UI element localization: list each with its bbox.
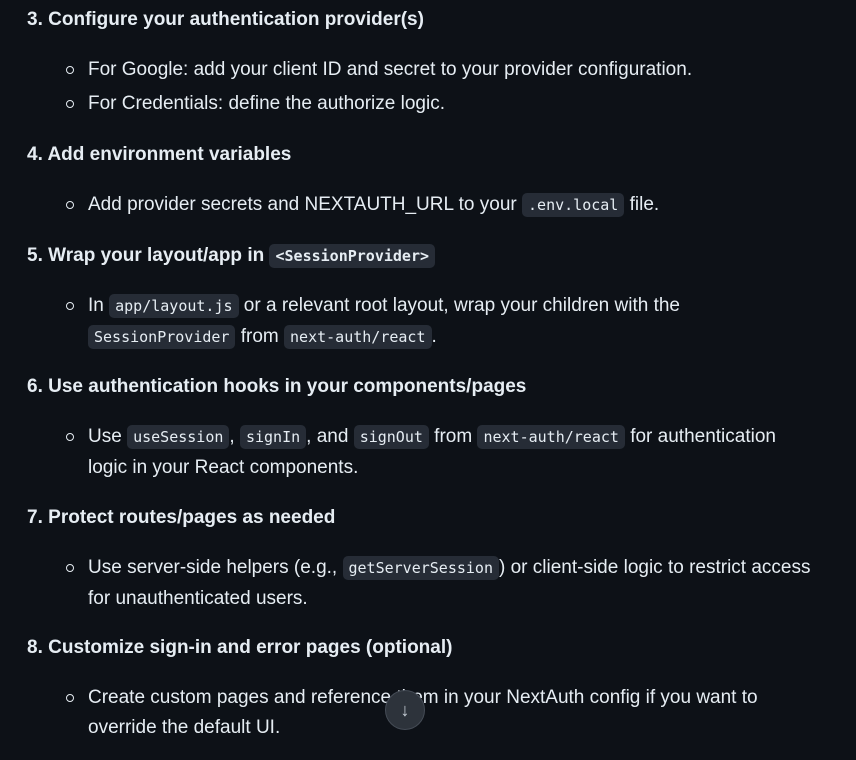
inline-code: .env.local bbox=[522, 193, 625, 217]
step-6-bullet-1-line-1: Use useSession, signIn, and signOut from… bbox=[88, 425, 776, 449]
inline-code: next-auth/react bbox=[477, 425, 625, 449]
step-8-title: 8. Customize sign-in and error pages (op… bbox=[27, 635, 452, 661]
step-title-text: Wrap your layout/app in bbox=[48, 245, 270, 266]
step-7-bullet-1-line-1: Use server-side helpers (e.g., getServer… bbox=[88, 556, 811, 580]
step-3-bullet-2: For Credentials: define the authorize lo… bbox=[88, 93, 445, 114]
bullet-icon bbox=[66, 100, 74, 108]
bullet-icon bbox=[66, 694, 74, 702]
step-number: 3. bbox=[27, 9, 43, 30]
step-6-title: 6. Use authentication hooks in your comp… bbox=[27, 374, 526, 400]
chat-message-content: 3. Configure your authentication provide… bbox=[0, 0, 856, 760]
step-3-title: 3. Configure your authentication provide… bbox=[27, 7, 424, 33]
step-5-bullet-1-line-2: SessionProvider from next-auth/react. bbox=[88, 323, 437, 351]
bullet-icon bbox=[66, 564, 74, 572]
step-4-title: 4. Add environment variables bbox=[27, 142, 291, 168]
inline-code: <SessionProvider> bbox=[269, 244, 436, 268]
bullet-icon bbox=[66, 433, 74, 441]
inline-code: SessionProvider bbox=[88, 325, 236, 349]
bullet-icon bbox=[66, 66, 74, 74]
inline-code: useSession bbox=[127, 425, 230, 449]
step-title-text: Use authentication hooks in your compone… bbox=[48, 376, 527, 397]
step-number: 8. bbox=[27, 637, 43, 658]
step-number: 4. bbox=[27, 144, 43, 165]
inline-code: signOut bbox=[353, 425, 429, 449]
inline-code: app/layout.js bbox=[109, 294, 239, 318]
inline-code: getServerSession bbox=[342, 556, 499, 580]
step-number: 5. bbox=[27, 245, 43, 266]
inline-code: next-auth/react bbox=[284, 325, 432, 349]
step-6-bullet-1-line-2: logic in your React components. bbox=[88, 457, 359, 478]
arrow-down-icon: ↓ bbox=[400, 700, 410, 720]
step-5-title: 5. Wrap your layout/app in <SessionProvi… bbox=[27, 243, 436, 269]
step-number: 6. bbox=[27, 376, 43, 397]
step-8-bullet-1-line-2: override the default UI. bbox=[88, 717, 281, 738]
step-number: 7. bbox=[27, 507, 43, 528]
scroll-to-bottom-button[interactable]: ↓ bbox=[385, 690, 425, 730]
step-3-bullet-1: For Google: add your client ID and secre… bbox=[88, 59, 693, 80]
bullet-icon bbox=[66, 302, 74, 310]
bullet-icon bbox=[66, 201, 74, 209]
step-5-bullet-1-line-1: In app/layout.js or a relevant root layo… bbox=[88, 294, 680, 318]
step-4-bullet-1: Add provider secrets and NEXTAUTH_URL to… bbox=[88, 193, 660, 217]
step-7-title: 7. Protect routes/pages as needed bbox=[27, 505, 335, 531]
step-title-text: Protect routes/pages as needed bbox=[48, 507, 336, 528]
inline-code: signIn bbox=[239, 425, 307, 449]
step-title-text: Customize sign-in and error pages (optio… bbox=[48, 637, 453, 658]
step-title-text: Configure your authentication provider(s… bbox=[48, 9, 424, 30]
step-title-text: Add environment variables bbox=[47, 144, 292, 165]
step-7-bullet-1-line-2: for unauthenticated users. bbox=[88, 588, 308, 609]
